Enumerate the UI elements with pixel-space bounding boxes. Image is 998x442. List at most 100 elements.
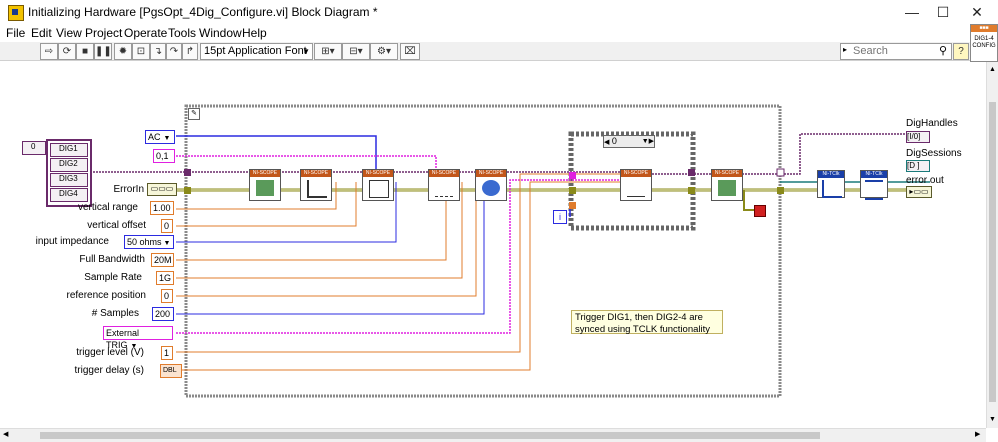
highlight-execution-icon[interactable]: ✹ [114,43,132,60]
menu-tools[interactable]: Tools [168,26,196,40]
trigger-delay-terminal[interactable]: DBL [160,364,182,378]
clean-up-diagram-icon[interactable]: ⌧ [400,43,420,60]
index-array-control[interactable]: 0 [22,141,46,155]
step-out-icon[interactable]: ↱ [182,43,198,60]
align-objects-icon[interactable]: ⊞▾ [314,43,342,60]
error-in-label: ErrorIn [113,184,144,195]
vertical-offset-label: vertical offset [87,220,146,231]
input-impedance-label: input impedance [35,236,109,247]
connector-pane-icon[interactable]: ■■■ DIG1-4 CONFIG [970,24,998,62]
error-out-terminal[interactable]: ▸▭▭ [906,186,932,198]
menu-edit[interactable]: Edit [31,26,52,40]
niscope-configure-timing-subvi[interactable]: NI-SCOPE [475,169,507,201]
font-selector[interactable]: 15pt Application Font ▼ [200,43,313,60]
chevron-down-icon[interactable]: ▼▶ [642,136,654,147]
pause-icon[interactable]: ❚❚ [94,43,112,60]
reference-position-value: 0 [164,291,170,301]
menu-window[interactable]: Window [199,26,242,40]
block-diagram-canvas[interactable]: 0 DIG1 DIG2 DIG3 DIG4 AC ▼ 0,1 ErrorIn ▭▭… [0,62,986,428]
dig-resource-item[interactable]: DIG4 [50,188,88,202]
search-icon[interactable]: ⚲ [939,44,947,57]
menu-file[interactable]: File [6,26,25,40]
case-prev-icon[interactable]: ◀ [604,139,609,146]
connector-pane-header: ■■■ [971,25,997,32]
tclk-synchronize-subvi[interactable]: NI-TClk [860,170,888,200]
vertical-scrollbar[interactable]: ▲ ▼ [986,62,998,428]
channel-icon [369,180,389,198]
menu-project[interactable]: Project [85,26,122,40]
distribute-objects-icon[interactable]: ⊟▾ [342,43,370,60]
step-into-icon[interactable]: ↴ [150,43,166,60]
niscope-init-subvi[interactable]: NI-SCOPE [249,169,281,201]
dig-handles-terminal[interactable]: [I/0] [906,131,930,143]
reference-position-terminal[interactable]: 0 [161,289,173,303]
niscope-configure-chan-subvi[interactable]: NI-SCOPE [362,169,394,201]
menu-help[interactable]: Help [242,26,267,40]
run-arrow-icon[interactable]: ⇨ [40,43,58,60]
horizontal-icon [435,180,453,197]
dig-resource-item[interactable]: DIG2 [50,158,88,172]
case-selector-value: 0 [611,136,617,146]
niscope-commit-subvi[interactable]: NI-SCOPE [711,169,743,201]
dig-resource-item[interactable]: DIG1 [50,143,88,157]
sample-rate-terminal[interactable]: 1G [156,271,174,285]
vertical-scroll-thumb[interactable] [989,102,996,402]
scroll-right-icon[interactable]: ▶ [975,430,980,438]
retain-wire-values-icon[interactable]: ⊡ [132,43,150,60]
trigger-delay-label: trigger delay (s) [74,365,144,376]
menu-operate[interactable]: Operate [124,26,167,40]
niscope-configure-trigger-subvi[interactable]: NI-SCOPE [620,169,652,201]
vertical-range-terminal[interactable]: 1.00 [150,201,174,215]
case-selector[interactable]: ◀ 0 ▼▶ [603,135,655,148]
vertical-offset-terminal[interactable]: 0 [161,219,173,233]
tclk-configure-icon [822,180,842,198]
index-array-value: 0 [31,142,36,151]
niscope-configure-horizontal-subvi[interactable]: NI-SCOPE [428,169,460,201]
step-over-icon[interactable]: ↷ [166,43,182,60]
menu-bar: File Edit View Project Operate Tools Win… [0,24,998,42]
close-button[interactable]: ✕ [962,3,992,21]
search-box[interactable]: ▸ ⚲ [840,43,952,60]
sample-rate-value: 1G [159,273,172,283]
run-continuously-icon[interactable]: ⟳ [58,43,76,60]
channel-list-constant[interactable]: 0,1 [153,149,175,163]
niscope-configure-vertical-subvi[interactable]: NI-SCOPE [300,169,332,201]
vertical-offset-value: 0 [164,221,170,231]
dig-resource-array[interactable]: DIG1 DIG2 DIG3 DIG4 [46,139,92,207]
error-in-terminal[interactable]: ▭▭▭ [147,183,177,196]
trigger-level-terminal[interactable]: 1 [161,346,173,360]
dig-sessions-terminal[interactable]: [D ] [906,160,930,172]
stop-icon [754,205,766,217]
scroll-up-icon[interactable]: ▲ [989,66,996,73]
subvi-header: NI-SCOPE [712,170,742,177]
maximize-button[interactable]: ☐ [928,3,958,21]
tclk-configure-subvi[interactable]: NI-TClk [817,170,845,198]
dig-handles-value: [I/0] [907,132,921,141]
search-input[interactable] [853,45,929,57]
minimize-button[interactable]: — [897,3,927,21]
horizontal-scrollbar[interactable]: ◀ ▶ [0,428,986,442]
channel-list-value: 0,1 [156,151,169,161]
vertical-range-label: vertical range [77,202,138,213]
iteration-terminal[interactable]: i [553,210,567,224]
scroll-down-icon[interactable]: ▼ [989,416,996,423]
dig-resource-label: DIG3 [59,174,78,183]
context-help-icon[interactable]: ? [953,43,969,60]
vertical-range-value: 1.00 [153,203,171,213]
menu-view[interactable]: View [56,26,82,40]
trigger-source-terminal[interactable]: External TRIG ▼ [103,326,173,350]
tclk-synchronize-icon [865,180,883,200]
full-bandwidth-terminal[interactable]: 20M [151,253,174,267]
scroll-left-icon[interactable]: ◀ [3,430,8,438]
sync-comment: Trigger DIG1, then DIG2-4 are synced usi… [571,310,723,335]
horizontal-scroll-thumb[interactable] [40,432,820,439]
reorder-icon[interactable]: ⚙▾ [370,43,398,60]
coupling-constant[interactable]: AC ▼ [145,130,175,144]
abort-icon[interactable]: ■ [76,43,94,60]
input-impedance-terminal[interactable]: 50 ohms ▼ [124,235,174,249]
num-samples-label: # Samples [91,308,139,319]
dig-resource-item[interactable]: DIG3 [50,173,88,187]
dig-sessions-value: [D ] [907,161,920,170]
full-bandwidth-label: Full Bandwidth [79,254,145,265]
num-samples-terminal[interactable]: 200 [152,307,174,321]
